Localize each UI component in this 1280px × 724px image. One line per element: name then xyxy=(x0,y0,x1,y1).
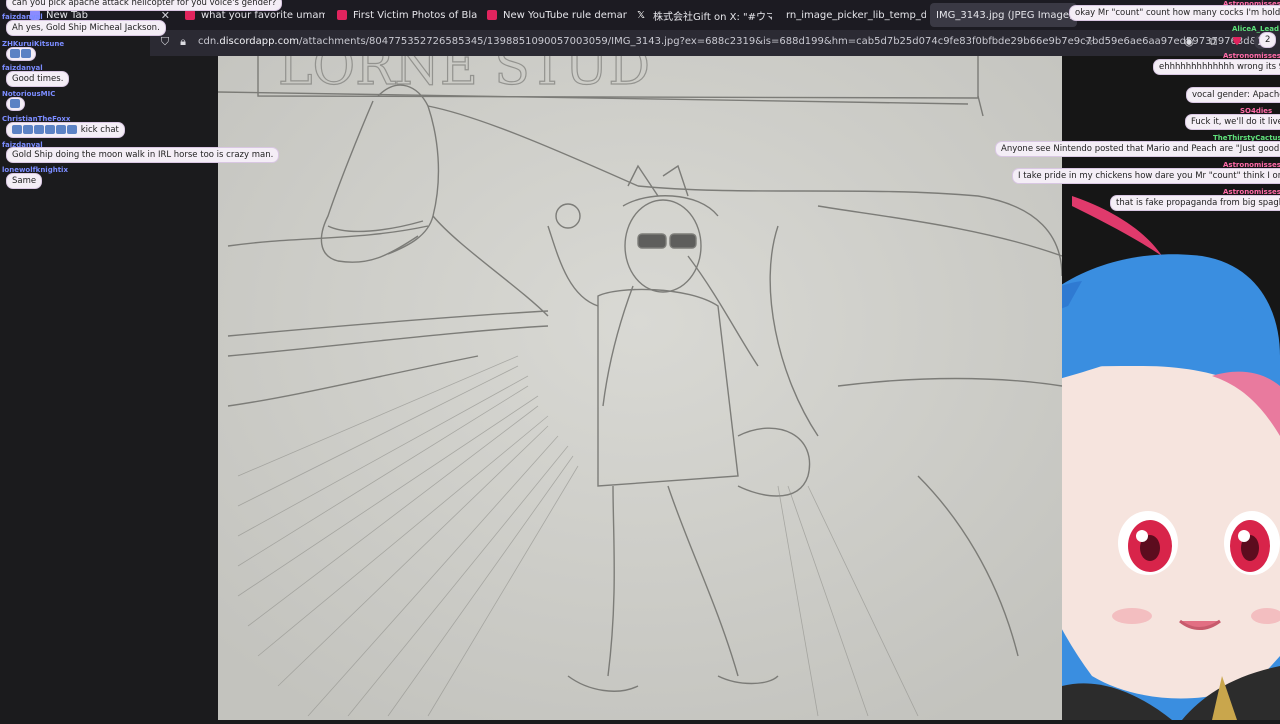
chat-text: that is fake propaganda from big spaghet… xyxy=(1116,198,1280,208)
chat-text: Anyone see Nintendo posted that Mario an… xyxy=(1001,144,1280,154)
emote-icon xyxy=(45,125,55,134)
lock-icon[interactable]: 🔒︎ xyxy=(176,35,190,49)
chat-message: ehhhhhhhhhhhhh wrong its 912 xyxy=(1153,59,1280,75)
pencil-sketch-image: LORNE STUD xyxy=(218,56,1062,720)
youtube-icon xyxy=(487,10,497,20)
chat-message: okay Mr "count" count how many cocks I'm… xyxy=(1069,5,1280,21)
chat-message: Ah yes, Gold Ship Micheal Jackson. xyxy=(6,20,166,36)
url-domain: discordapp.com xyxy=(219,36,299,47)
chat-text: ehhhhhhhhhhhhh wrong its 912 xyxy=(1159,62,1280,72)
chat-text: Fuck it, we'll do it live! xyxy=(1191,117,1280,127)
url-prefix: cdn. xyxy=(198,36,220,47)
bookmark-star-icon[interactable]: ☆ xyxy=(1082,35,1096,49)
chat-message: vocal gender: Apache xyxy=(1186,87,1280,103)
shield-icon[interactable]: ⛉ xyxy=(158,35,172,49)
chat-message: I take pride in my chickens how dare you… xyxy=(1012,168,1280,184)
ublock-icon[interactable]: ⛊ xyxy=(1230,35,1244,49)
tab-image-picker[interactable]: rn_image_picker_lib_temp_d15b41b xyxy=(786,3,926,27)
tab-first-victim[interactable]: First Victim Photos of Black Mo ✕ xyxy=(337,3,477,27)
chat-message: Gold Ship doing the moon walk in IRL hor… xyxy=(6,147,280,163)
chat-message: Fuck it, we'll do it live! xyxy=(1185,114,1280,130)
chat-text: kick chat xyxy=(80,125,119,135)
chat-message: can you pick apache attack helicopter fo… xyxy=(6,0,283,11)
url-path: /attachments/804775352726585345/13988510… xyxy=(298,36,1258,47)
account-icon[interactable]: ◉ xyxy=(1182,35,1196,49)
address-bar: ⛉ 🔒︎ cdn.discordapp.com/attachments/8047… xyxy=(150,30,1280,56)
chat-message xyxy=(6,47,36,61)
tab-label: First Victim Photos of Black Mo xyxy=(353,9,477,21)
url-field[interactable]: cdn.discordapp.com/attachments/804775352… xyxy=(198,36,1257,47)
sketch-sign-text: LORNE STUD xyxy=(278,56,650,97)
chat-message: Same xyxy=(6,173,43,189)
x-logo-icon: 𝕏 xyxy=(637,10,647,21)
tab-youtube-rule[interactable]: New YouTube rule demands yo ✕ xyxy=(487,3,627,27)
chat-text: can you pick apache attack helicopter fo… xyxy=(12,0,277,8)
chat-text: 2 xyxy=(1265,35,1271,45)
tab-label: New Tab xyxy=(46,9,88,21)
chat-text: I take pride in my chickens how dare you… xyxy=(1018,171,1280,181)
youtube-icon xyxy=(185,10,195,20)
chat-text: Gold Ship doing the moon walk in IRL hor… xyxy=(12,150,274,160)
emote-icon xyxy=(67,125,77,134)
emote-icon xyxy=(56,125,66,134)
tab-img-3143[interactable]: IMG_3143.jpg (JPEG Image, 2708 × xyxy=(930,3,1077,27)
emote-icon xyxy=(10,49,20,58)
tab-label: 株式会社Gift on X: "#ウマ娘 … xyxy=(653,11,772,23)
chat-text: Same xyxy=(12,176,37,186)
emote-icon xyxy=(12,125,22,134)
tab-label: IMG_3143.jpg (JPEG Image, 2708 × xyxy=(936,9,1077,21)
tab-label: New YouTube rule demands yo xyxy=(503,9,627,21)
emote-icon xyxy=(23,125,33,134)
tab-label: rn_image_picker_lib_temp_d15b41b xyxy=(786,9,926,21)
tab-label: what your favorite umamusume xyxy=(201,9,325,21)
chat-message: Good times. xyxy=(6,71,70,87)
emote-icon xyxy=(21,49,31,58)
extensions-icon[interactable]: ⧉ xyxy=(1206,35,1220,49)
emote-icon xyxy=(10,99,20,108)
image-viewer: LORNE STUD xyxy=(218,56,1062,720)
chat-message: Anyone see Nintendo posted that Mario an… xyxy=(995,141,1280,157)
chat-text: okay Mr "count" count how many cocks I'm… xyxy=(1075,8,1280,18)
emote-icon xyxy=(34,125,44,134)
youtube-icon xyxy=(337,10,347,20)
chat-message: 2 xyxy=(1259,32,1277,48)
chat-message: kick chat xyxy=(6,122,125,138)
chat-message: that is fake propaganda from big spaghet… xyxy=(1110,195,1280,211)
chat-text: vocal gender: Apache xyxy=(1192,90,1280,100)
chat-text: Good times. xyxy=(12,74,64,84)
chat-message xyxy=(6,97,25,111)
chat-text: Ah yes, Gold Ship Micheal Jackson. xyxy=(12,23,160,33)
tab-x-gift[interactable]: 𝕏 株式会社Gift on X: "#ウマ娘 … ✕ xyxy=(637,3,772,27)
